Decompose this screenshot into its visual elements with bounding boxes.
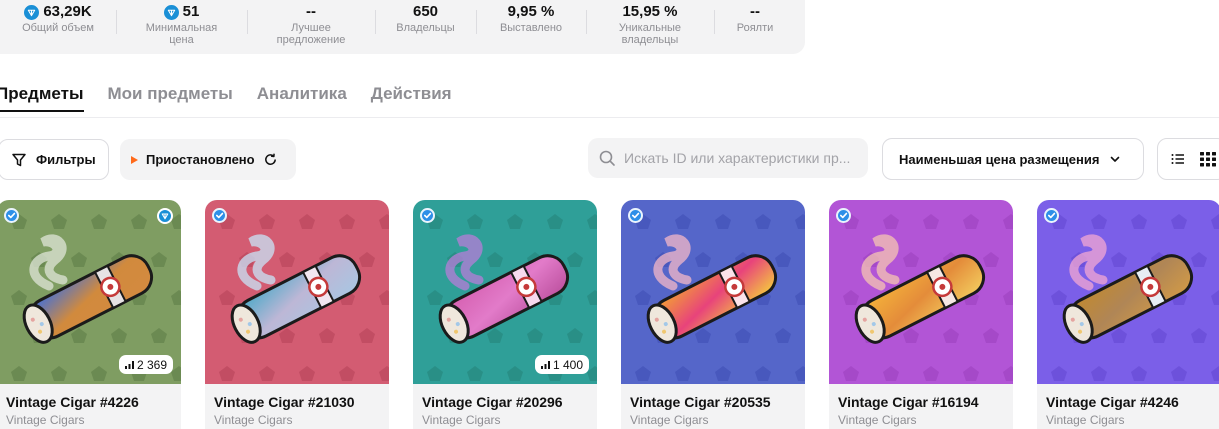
edition-count-badge: 1 400	[534, 355, 589, 374]
collection-name: Vintage Cigars	[630, 413, 709, 427]
nft-card[interactable]: Vintage Cigar #20535 Vintage Cigars	[621, 200, 805, 429]
chevron-down-icon	[1111, 156, 1120, 162]
list-icon	[1171, 154, 1184, 164]
filters-label: Фильтры	[36, 152, 96, 167]
filters-button[interactable]: Фильтры	[0, 139, 109, 180]
nft-image[interactable]: 1 400	[413, 200, 597, 384]
nft-title: Vintage Cigar #16194	[838, 394, 979, 410]
tab-my-items[interactable]: Мои предметы	[108, 84, 233, 112]
collection-name: Vintage Cigars	[6, 413, 85, 427]
nft-image[interactable]	[621, 200, 805, 384]
stat-royalty: -- Роялти	[714, 0, 796, 54]
refresh-icon	[264, 153, 276, 165]
stat-listed: 9,95 % Выставлено	[476, 0, 586, 54]
paused-label: Приостановлено	[146, 152, 255, 167]
nft-card[interactable]: Vintage Cigar #4246 Vintage Cigars	[1037, 200, 1219, 429]
signal-bars-icon	[124, 360, 134, 369]
nft-title: Vintage Cigar #4246	[1046, 394, 1179, 410]
search-input[interactable]	[624, 150, 864, 166]
play-icon	[131, 155, 138, 164]
signal-bars-icon	[540, 360, 550, 369]
nft-title: Vintage Cigar #21030	[214, 394, 355, 410]
list-view-button[interactable]	[1168, 149, 1188, 169]
sort-label: Наименьшая цена размещения	[899, 151, 1100, 167]
grid-view-button[interactable]	[1198, 149, 1218, 169]
nft-card[interactable]: Vintage Cigar #16194 Vintage Cigars	[829, 200, 1013, 429]
ton-icon	[163, 4, 179, 20]
filter-icon	[12, 153, 26, 166]
stat-value: 51	[182, 3, 200, 20]
stat-label: Лучшее предложение	[276, 22, 346, 46]
search-icon	[599, 150, 615, 166]
stat-owners: 650 Владельцы	[375, 0, 476, 54]
cigar-artwork	[1051, 214, 1219, 381]
collection-name: Vintage Cigars	[214, 413, 293, 427]
verified-collection-icon	[212, 208, 227, 223]
stat-value: 9,95 %	[507, 3, 555, 20]
stat-label: Минимальная цена	[145, 22, 218, 46]
nft-title: Vintage Cigar #20535	[630, 394, 771, 410]
cigar-artwork	[635, 214, 805, 381]
cigar-artwork	[843, 214, 1013, 381]
nft-card[interactable]: Vintage Cigar #21030 Vintage Cigars	[205, 200, 389, 429]
stat-label: Общий объем	[22, 22, 94, 34]
live-updates-toggle[interactable]: Приостановлено	[120, 139, 296, 180]
tabs: Предметы Мои предметы Аналитика Действия	[0, 84, 452, 112]
stat-label: Выставлено	[499, 22, 563, 34]
verified-collection-icon	[1044, 208, 1059, 223]
tab-items[interactable]: Предметы	[0, 84, 84, 112]
tab-activity[interactable]: Действия	[371, 84, 452, 112]
stat-unique-owners: 15,95 % Уникальные владельцы	[586, 0, 714, 54]
nft-card[interactable]: 2 369 Vintage Cigar #4226 Vintage Cigars	[0, 200, 181, 429]
collection-stats-bar: 63,29K Общий объем 51 Минимальная цена --…	[0, 0, 805, 54]
sort-dropdown[interactable]: Наименьшая цена размещения	[882, 138, 1144, 180]
stat-best-offer: -- Лучшее предложение	[247, 0, 375, 54]
view-mode-switch	[1157, 138, 1219, 180]
nft-image[interactable]	[205, 200, 389, 384]
stat-floor-price: 51 Минимальная цена	[116, 0, 247, 54]
verified-collection-icon	[836, 208, 851, 223]
stat-value: 63,29K	[43, 3, 92, 20]
stat-value: --	[306, 3, 316, 20]
verified-collection-icon	[420, 208, 435, 223]
nft-image[interactable]	[829, 200, 1013, 384]
stat-label: Владельцы	[396, 22, 455, 34]
grid-icon	[1199, 151, 1216, 166]
verified-collection-icon	[4, 208, 19, 223]
nft-title: Vintage Cigar #4226	[6, 394, 139, 410]
ton-icon	[24, 4, 40, 20]
collection-name: Vintage Cigars	[838, 413, 917, 427]
ton-icon	[157, 208, 173, 224]
verified-collection-icon	[628, 208, 643, 223]
collection-name: Vintage Cigars	[1046, 413, 1125, 427]
stat-label: Уникальные владельцы	[618, 22, 682, 46]
search-box[interactable]	[588, 138, 868, 178]
nft-card[interactable]: 1 400 Vintage Cigar #20296 Vintage Cigars	[413, 200, 597, 429]
stat-total-volume: 63,29K Общий объем	[0, 0, 116, 54]
edition-count: 2 369	[136, 357, 167, 372]
stat-value: --	[750, 3, 760, 20]
nft-image[interactable]: 2 369	[0, 200, 181, 384]
collection-name: Vintage Cigars	[422, 413, 501, 427]
cigar-artwork	[219, 214, 389, 381]
edition-count-badge: 2 369	[118, 355, 173, 374]
nft-title: Vintage Cigar #20296	[422, 394, 563, 410]
edition-count: 1 400	[552, 357, 583, 372]
stat-label: Роялти	[736, 22, 774, 34]
stat-value: 15,95 %	[622, 3, 678, 20]
stat-value: 650	[412, 3, 439, 20]
nft-image[interactable]	[1037, 200, 1219, 384]
tabs-divider	[0, 117, 1219, 118]
tab-analytics[interactable]: Аналитика	[257, 84, 347, 112]
